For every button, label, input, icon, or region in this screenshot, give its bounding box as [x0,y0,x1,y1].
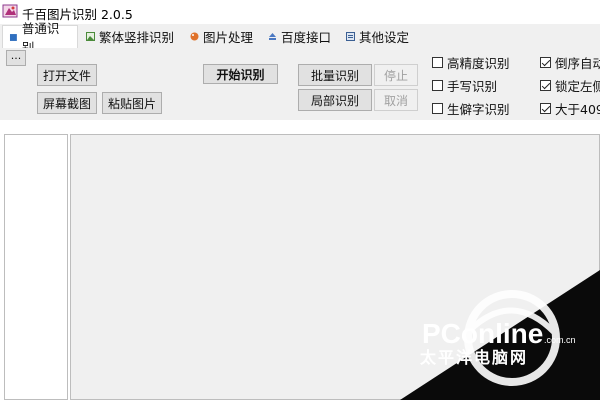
settings-icon [346,32,355,41]
paste-image-button[interactable]: 粘贴图片 [102,92,162,114]
checkbox-label: 倒序自动 [555,56,600,71]
tab-normal-recognition[interactable]: 普通识别 [2,21,78,55]
tab-baidu-api[interactable]: 百度接口 [262,26,338,47]
pconline-watermark: PConline .com.cn 太平洋电脑网 [400,270,600,400]
image-icon [86,32,95,41]
tab-other-settings[interactable]: 其他设定 [340,26,418,47]
title-bar: 千百图片识别 2.0.5 [0,0,600,24]
rare-characters-checkbox[interactable]: 生僻字识别 [432,99,510,118]
checkbox-label: 生僻字识别 [447,102,510,117]
checkbox-label: 锁定左侧 [555,79,600,94]
tab-image-processing[interactable]: 图片处理 [184,26,260,47]
reverse-auto-checkbox[interactable]: 倒序自动 [540,53,600,72]
tool-panel: ··· 打开文件 屏幕截图 粘贴图片 开始识别 批量识别 停止 局部识别 取消 … [0,48,600,120]
checkbox-box[interactable] [432,80,443,91]
watermark-brand: PConline [422,318,543,349]
app-logo-icon [2,4,18,18]
start-recognition-button[interactable]: 开始识别 [203,64,278,84]
checkbox-label: 大于4096 [555,102,600,117]
palette-icon [190,32,199,41]
doc-icon [9,33,17,41]
checkbox-box[interactable] [540,103,551,114]
tab-label: 图片处理 [203,30,254,45]
checkbox-box[interactable] [432,103,443,114]
checkbox-label: 手写识别 [447,79,498,94]
checkbox-box[interactable] [540,80,551,91]
tab-label: 繁体竖排识别 [99,30,175,45]
screenshot-button[interactable]: 屏幕截图 [37,92,97,114]
upload-icon [269,33,276,40]
tab-traditional-vertical[interactable]: 繁体竖排识别 [80,26,180,47]
handwriting-checkbox[interactable]: 手写识别 [432,76,497,95]
stop-button[interactable]: 停止 [374,64,418,86]
batch-recognition-button[interactable]: 批量识别 [298,64,372,86]
open-file-button[interactable]: 打开文件 [37,64,97,86]
cancel-button[interactable]: 取消 [374,89,418,111]
tab-label: 其他设定 [359,30,410,45]
lock-left-checkbox[interactable]: 锁定左侧 [540,76,600,95]
watermark-domain: .com.cn [544,335,576,345]
checkbox-box[interactable] [540,57,551,68]
tab-label: 百度接口 [281,30,332,45]
high-precision-checkbox[interactable]: 高精度识别 [432,53,510,72]
larger-than-4096-checkbox[interactable]: 大于4096 [540,99,600,118]
more-button[interactable]: ··· [6,50,26,66]
partial-recognition-button[interactable]: 局部识别 [298,89,372,111]
tab-bar: 普通识别 繁体竖排识别 图片处理 百度接口 其他设定 [0,21,600,55]
checkbox-box[interactable] [432,57,443,68]
watermark-cn: 太平洋电脑网 [419,348,528,367]
checkbox-label: 高精度识别 [447,56,510,71]
thumbnail-list-panel[interactable] [4,134,68,400]
